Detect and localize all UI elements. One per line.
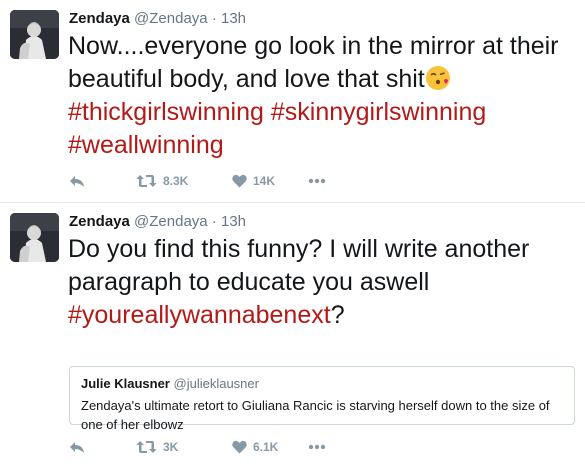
- retweet-count: 3K: [163, 440, 179, 454]
- more-button[interactable]: [308, 437, 326, 457]
- author-name[interactable]: Zendaya: [69, 10, 130, 27]
- tweet-header: Zendaya @Zendaya · 13h: [69, 10, 246, 27]
- avatar-image: [10, 213, 59, 262]
- author-handle[interactable]: @Zendaya: [134, 10, 208, 27]
- like-button[interactable]: 6.1K: [232, 437, 278, 457]
- timestamp[interactable]: 13h: [221, 10, 246, 27]
- reply-button[interactable]: [69, 171, 85, 191]
- retweet-icon: [136, 175, 157, 187]
- author-handle[interactable]: @Zendaya: [134, 213, 208, 230]
- tweet-text-suffix: ?: [330, 301, 345, 329]
- hashtag-link[interactable]: #weallwinning: [68, 131, 224, 159]
- heart-icon: [232, 440, 247, 454]
- hashtag-link[interactable]: #skinnygirlswinning: [271, 98, 486, 126]
- avatar[interactable]: [10, 10, 59, 59]
- retweet-button[interactable]: 3K: [136, 437, 178, 457]
- retweet-count: 8.3K: [163, 174, 189, 188]
- quoted-author-name: Julie Klausner: [81, 376, 170, 391]
- more-button[interactable]: [308, 171, 326, 191]
- tweet-header: Zendaya @Zendaya · 13h: [69, 213, 246, 230]
- reply-button[interactable]: [69, 437, 85, 457]
- separator: ·: [211, 10, 217, 27]
- timestamp[interactable]: 13h: [221, 213, 246, 230]
- quoted-tweet[interactable]: Julie Klausner @julieklausner Zendaya's …: [69, 366, 575, 432]
- reply-icon: [70, 176, 84, 187]
- like-count: 6.1K: [253, 440, 279, 454]
- tweet[interactable]: Zendaya @Zendaya · 13h Now....everyone g…: [0, 0, 585, 202]
- kiss-face-emoji-icon: [425, 66, 450, 90]
- quoted-tweet-text: Zendaya's ultimate retort to Giuliana Ra…: [81, 398, 550, 432]
- quoted-tweet-header: Julie Klausner @julieklausner: [81, 376, 259, 391]
- heart-icon: [232, 174, 247, 188]
- more-icon: [308, 444, 326, 450]
- avatar[interactable]: [10, 213, 59, 262]
- tweet-text-body: Do you find this funny? I will write ano…: [68, 235, 530, 296]
- retweet-icon: [136, 441, 157, 453]
- separator: ·: [211, 213, 217, 230]
- like-count: 14K: [253, 174, 276, 188]
- tweet[interactable]: Zendaya @Zendaya · 13h Do you find this …: [0, 202, 585, 466]
- tweet-text-body: Now....everyone go look in the mirror at…: [68, 32, 559, 93]
- quoted-author-handle: @julieklausner: [173, 376, 259, 391]
- retweet-button[interactable]: 8.3K: [136, 171, 188, 191]
- author-name[interactable]: Zendaya: [69, 213, 130, 230]
- tweet-text: Do you find this funny? I will write ano…: [68, 233, 578, 332]
- avatar-image: [10, 10, 59, 59]
- more-icon: [308, 178, 326, 184]
- like-button[interactable]: 14K: [232, 171, 275, 191]
- reply-icon: [70, 442, 84, 453]
- hashtag-link[interactable]: #thickgirlswinning: [68, 98, 264, 126]
- hashtag-link[interactable]: #youreallywannabenext: [68, 301, 331, 329]
- tweet-text: Now....everyone go look in the mirror at…: [68, 30, 578, 162]
